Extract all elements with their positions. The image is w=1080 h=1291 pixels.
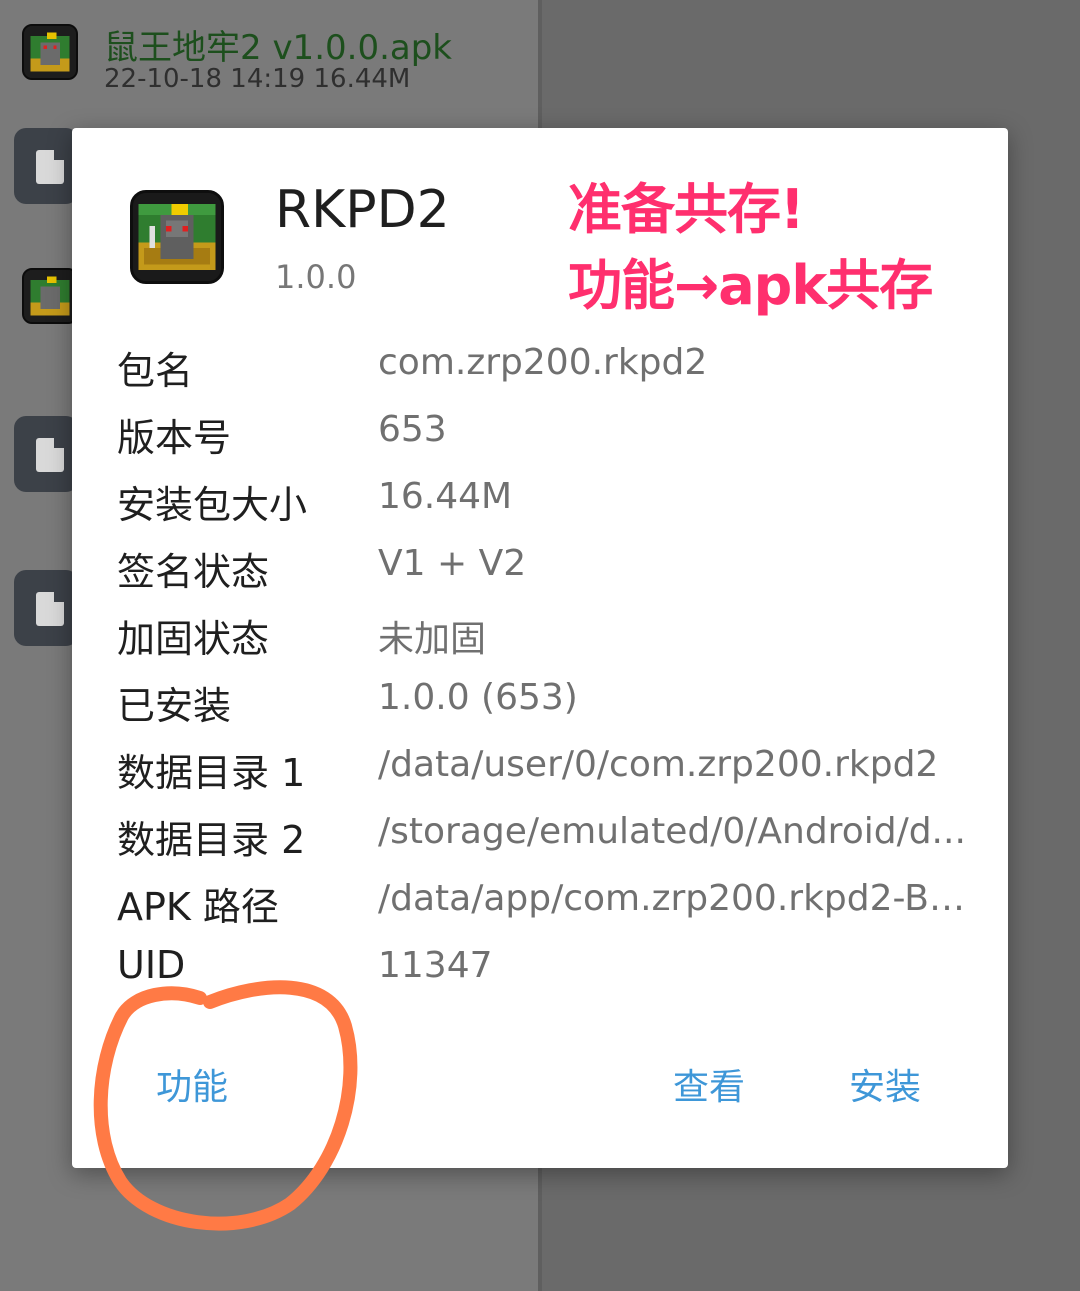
info-row-size: 安装包大小 16.44M <box>117 468 977 535</box>
file-size: 16.44M <box>313 64 411 94</box>
info-row-uid: UID 11347 <box>117 937 977 1004</box>
info-label: 数据目录 2 <box>117 818 306 862</box>
annotation-note: 准备共存! 功能→apk共存 <box>568 172 998 324</box>
info-list: 包名 com.zrp200.rkpd2 版本号 653 安装包大小 16.44M… <box>117 334 977 1004</box>
file-icon[interactable] <box>14 416 78 492</box>
info-value: 16.44M <box>378 476 513 517</box>
info-value: /data/app/com.zrp200.rkpd2-BJ... <box>378 878 968 919</box>
info-row-installed: 已安装 1.0.0 (653) <box>117 669 977 736</box>
function-button[interactable]: 功能 <box>156 1058 228 1110</box>
info-label: 已安装 <box>117 684 232 728</box>
info-label: 安装包大小 <box>117 483 308 527</box>
app-icon <box>130 190 224 284</box>
info-row-data-dir-2: 数据目录 2 /storage/emulated/0/Android/d... <box>117 803 977 870</box>
file-name: 鼠王地牢2 v1.0.0.apk <box>104 28 452 68</box>
info-value: 653 <box>378 409 447 450</box>
info-label: 包名 <box>117 349 194 393</box>
info-value: /data/user/0/com.zrp200.rkpd2 <box>378 744 939 785</box>
annotation-line-2: 功能→apk共存 <box>568 254 933 317</box>
apk-icon <box>22 24 78 80</box>
info-label: 加固状态 <box>117 617 270 661</box>
info-label: 数据目录 1 <box>117 751 306 795</box>
app-version: 1.0.0 <box>275 258 357 296</box>
app-name: RKPD2 <box>275 180 450 240</box>
info-value: V1 + V2 <box>378 543 527 584</box>
info-row-data-dir-1: 数据目录 1 /data/user/0/com.zrp200.rkpd2 <box>117 736 977 803</box>
file-meta: 22-10-18 14:19 16.44M <box>104 64 410 94</box>
apk-icon[interactable] <box>22 268 78 324</box>
info-row-version-code: 版本号 653 <box>117 401 977 468</box>
info-row-signature: 签名状态 V1 + V2 <box>117 535 977 602</box>
annotation-line-1: 准备共存! <box>568 178 805 241</box>
info-value: com.zrp200.rkpd2 <box>378 342 708 383</box>
install-button[interactable]: 安装 <box>849 1058 921 1110</box>
info-row-package: 包名 com.zrp200.rkpd2 <box>117 334 977 401</box>
info-value: /storage/emulated/0/Android/d... <box>378 811 966 852</box>
info-label: 签名状态 <box>117 550 270 594</box>
info-row-apk-path: APK 路径 /data/app/com.zrp200.rkpd2-BJ... <box>117 870 977 937</box>
file-icon[interactable] <box>14 570 78 646</box>
info-label: UID <box>117 943 186 987</box>
info-label: APK 路径 <box>117 885 279 929</box>
apk-info-dialog: RKPD2 1.0.0 准备共存! 功能→apk共存 包名 com.zrp200… <box>72 128 1008 1168</box>
view-button[interactable]: 查看 <box>673 1058 745 1110</box>
info-value: 11347 <box>378 945 493 986</box>
info-value: 1.0.0 (653) <box>378 677 578 718</box>
info-row-hardening: 加固状态 未加固 <box>117 602 977 669</box>
file-date: 22-10-18 14:19 <box>104 64 306 94</box>
info-label: 版本号 <box>117 416 232 460</box>
info-value: 未加固 <box>378 619 487 660</box>
file-icon[interactable] <box>14 128 78 204</box>
